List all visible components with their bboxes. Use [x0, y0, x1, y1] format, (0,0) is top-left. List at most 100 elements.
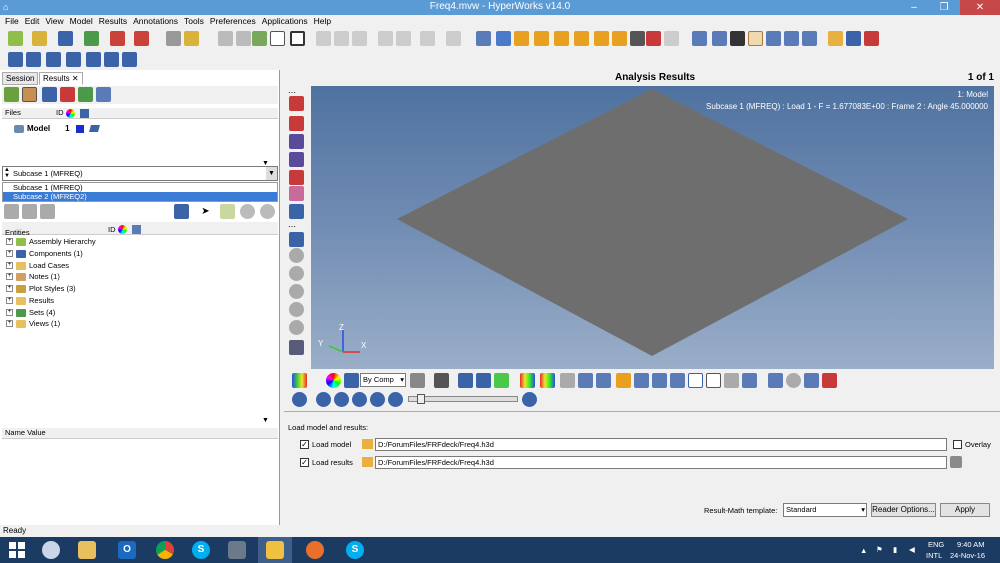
- expand-icon[interactable]: +: [6, 320, 13, 327]
- measure-icon[interactable]: [560, 373, 575, 388]
- animation-settings-icon[interactable]: [522, 392, 537, 407]
- hide-icon[interactable]: [289, 266, 304, 281]
- last-frame-icon[interactable]: [388, 392, 403, 407]
- paste-icon[interactable]: [420, 31, 435, 46]
- pan-hand-icon[interactable]: [748, 31, 763, 46]
- taskbar-outlook[interactable]: O: [110, 537, 144, 563]
- menu-annotations[interactable]: Annotations: [132, 15, 183, 28]
- export-icon[interactable]: [110, 31, 125, 46]
- shaded-icon[interactable]: [434, 373, 449, 388]
- open-folder-icon[interactable]: [362, 439, 373, 449]
- overlay-checkbox[interactable]: [953, 440, 962, 449]
- show-icon[interactable]: [289, 248, 304, 263]
- open-results-folder-icon[interactable]: [362, 457, 373, 467]
- load-icon[interactable]: [4, 87, 19, 102]
- green-block-icon[interactable]: [494, 373, 509, 388]
- minimize-button[interactable]: –: [900, 0, 928, 15]
- tree-item-loadcases[interactable]: + Load Cases: [6, 260, 69, 271]
- expand-icon[interactable]: +: [6, 238, 13, 245]
- cut-icon[interactable]: [378, 31, 393, 46]
- rotate-icon[interactable]: [766, 31, 781, 46]
- back-icon[interactable]: [218, 31, 233, 46]
- play-icon[interactable]: [352, 392, 367, 407]
- reader-settings-icon[interactable]: [950, 456, 962, 468]
- layout-1-icon[interactable]: [8, 52, 23, 67]
- add-page-icon[interactable]: [252, 31, 267, 46]
- open-session-icon[interactable]: [32, 31, 47, 46]
- model-display-icon[interactable]: [88, 125, 100, 132]
- chevron-down-icon[interactable]: ▼: [266, 167, 277, 180]
- frame-slider-handle[interactable]: [417, 394, 425, 404]
- contour-plot-icon[interactable]: [292, 373, 307, 388]
- subcase-selector[interactable]: ▲ ▼ Subcase 1 (MFREQ) ▼: [2, 166, 278, 181]
- tree-item-plotstyles[interactable]: + Plot Styles (3): [6, 283, 76, 294]
- taskbar-skype[interactable]: S: [184, 537, 218, 563]
- taskbar-app-1[interactable]: [34, 537, 68, 563]
- axis-icon[interactable]: [630, 31, 645, 46]
- iso-icon[interactable]: [289, 170, 304, 185]
- taskbar-explorer[interactable]: [70, 537, 104, 563]
- template-select[interactable]: Standard ▾: [783, 503, 867, 517]
- taskbar-chrome[interactable]: [148, 537, 182, 563]
- isolate-icon[interactable]: [260, 204, 275, 219]
- tree-item-sets[interactable]: + Sets (4): [6, 307, 55, 318]
- model-icon[interactable]: [22, 87, 37, 102]
- color-mode-select[interactable]: By Comp ▾: [360, 373, 406, 387]
- page-settings-icon[interactable]: [846, 31, 861, 46]
- previous-frame-icon[interactable]: [334, 392, 349, 407]
- taskbar-firefox[interactable]: [298, 537, 332, 563]
- entity-display-icon[interactable]: [174, 204, 189, 219]
- menu-view[interactable]: View: [44, 15, 68, 28]
- tensor-tool-icon[interactable]: [652, 373, 667, 388]
- model-color-swatch[interactable]: [75, 124, 84, 133]
- volume-icon[interactable]: ◀: [909, 545, 915, 554]
- tray-up-icon[interactable]: ▲: [860, 546, 867, 555]
- start-button[interactable]: [0, 537, 34, 563]
- menu-edit[interactable]: Edit: [24, 15, 45, 28]
- show-all-icon[interactable]: [240, 204, 255, 219]
- language-indicator[interactable]: ENG: [928, 540, 944, 549]
- plate-surface[interactable]: [397, 89, 908, 356]
- expand-icon[interactable]: +: [6, 285, 13, 292]
- window-layout-icon[interactable]: [290, 31, 305, 46]
- fit-icon[interactable]: [692, 31, 707, 46]
- close-tab-icon[interactable]: ✕: [72, 74, 79, 83]
- import-icon[interactable]: [84, 31, 99, 46]
- note-tool-icon[interactable]: [670, 373, 685, 388]
- tree-item-views[interactable]: + Views (1): [6, 318, 60, 329]
- ppt-export-icon[interactable]: [134, 31, 149, 46]
- view-yz-left-icon[interactable]: [554, 31, 569, 46]
- taskbar-app-grid[interactable]: [220, 537, 254, 563]
- layout-7-icon[interactable]: [122, 52, 137, 67]
- folder-icon[interactable]: [184, 31, 199, 46]
- copy-icon[interactable]: [396, 31, 411, 46]
- layout-6-icon[interactable]: [104, 52, 119, 67]
- expand-icon[interactable]: +: [6, 309, 13, 316]
- new-model-icon[interactable]: [8, 31, 23, 46]
- expand-icon[interactable]: +: [6, 250, 13, 257]
- filter-icon[interactable]: [40, 204, 55, 219]
- chevron-down-icon[interactable]: ▾: [400, 374, 404, 386]
- expand-icon[interactable]: +: [6, 262, 13, 269]
- tree-item-components[interactable]: + Components (1): [6, 248, 83, 259]
- next-frame-icon[interactable]: [370, 392, 385, 407]
- section-icon[interactable]: [289, 340, 304, 355]
- load-model-path-input[interactable]: [375, 438, 947, 451]
- layout-3-icon[interactable]: [46, 52, 61, 67]
- first-frame-icon[interactable]: [316, 392, 331, 407]
- signal-icon[interactable]: ▮: [893, 545, 897, 554]
- select-cursor-icon[interactable]: ➤: [198, 204, 213, 219]
- model-row[interactable]: Model 1: [14, 123, 100, 134]
- menu-applications[interactable]: Applications: [261, 15, 313, 28]
- subcase-spin-icon[interactable]: ▲ ▼: [4, 167, 10, 179]
- visibility-icon[interactable]: [289, 320, 304, 335]
- set-icon[interactable]: [78, 87, 93, 102]
- animation-mode-icon[interactable]: [292, 392, 307, 407]
- overlay-icon[interactable]: [446, 31, 461, 46]
- subcase-option-selected[interactable]: Subcase 2 (MFREQ2): [3, 192, 277, 201]
- export-image-icon[interactable]: [828, 31, 843, 46]
- contour-icon[interactable]: [289, 96, 304, 111]
- menu-model[interactable]: Model: [69, 15, 98, 28]
- display-mode-icon[interactable]: [289, 232, 304, 247]
- frame-slider[interactable]: [408, 394, 518, 404]
